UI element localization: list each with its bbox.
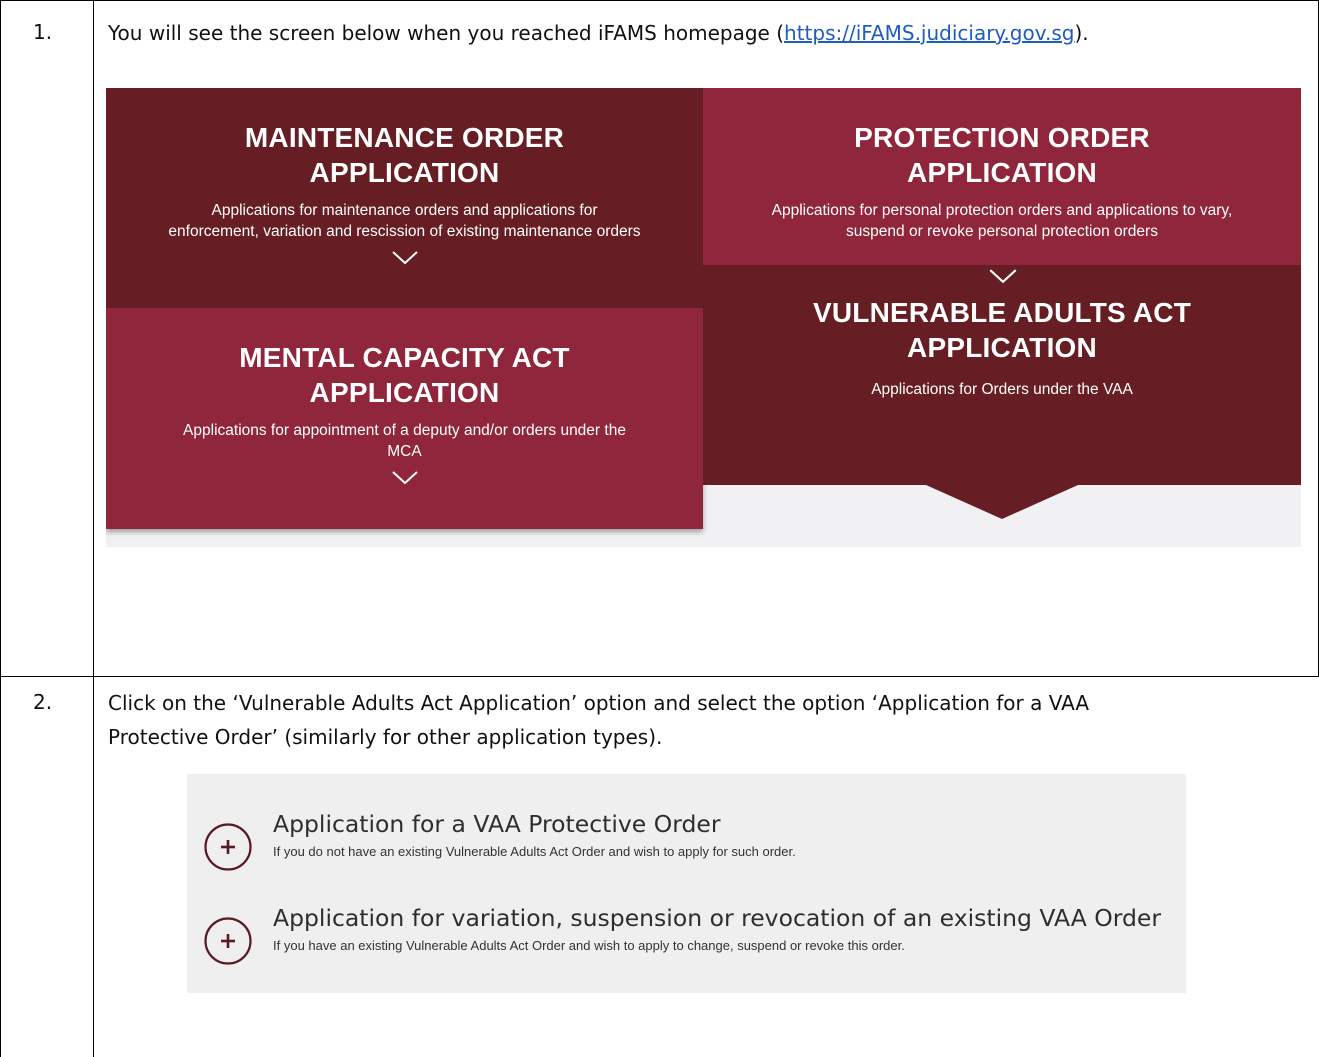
card-description: Applications for appointment of a deputy… xyxy=(106,420,703,462)
step-instruction: You will see the screen below when you r… xyxy=(108,16,1308,50)
option-description: If you do not have an existing Vulnerabl… xyxy=(273,844,796,859)
step-text-line: Click on the ‘Vulnerable Adults Act Appl… xyxy=(108,691,1090,715)
card-description-line: MCA xyxy=(387,443,422,460)
homepage-link[interactable]: https://iFAMS.judiciary.gov.sg xyxy=(784,21,1074,45)
selected-card-pointer xyxy=(703,483,1301,519)
card-title: APPLICATION xyxy=(309,377,500,408)
table-border-left xyxy=(0,0,1,1057)
card-description-line: Applications for appointment of a deputy… xyxy=(183,422,626,439)
card-description-line: suspend or revoke personal protection or… xyxy=(846,223,1158,240)
vaa-options-screenshot: Application for a VAA Protective Order I… xyxy=(187,774,1186,993)
card-description: Applications for Orders under the VAA xyxy=(871,381,1133,398)
card-title: VULNERABLE ADULTS ACT xyxy=(812,297,1192,328)
step-text-part: ). xyxy=(1074,21,1089,45)
card-title: PROTECTION ORDER xyxy=(854,122,1150,153)
option-title[interactable]: Application for a VAA Protective Order xyxy=(273,810,721,838)
card-description-line: Applications for personal protection ord… xyxy=(771,202,1233,219)
card-title: MAINTENANCE ORDER xyxy=(244,122,565,153)
option-title[interactable]: Application for variation, suspension or… xyxy=(273,904,1161,932)
card-description: Applications for maintenance orders and … xyxy=(106,200,703,242)
mental-capacity-card[interactable]: MENTAL CAPACITY ACT APPLICATION Applicat… xyxy=(106,308,703,529)
plus-circle-icon[interactable] xyxy=(203,916,253,966)
table-border-top xyxy=(0,0,1319,1)
card-description-line: Applications for maintenance orders and … xyxy=(211,202,598,219)
step-text-part: You will see the screen below when you r… xyxy=(108,21,785,45)
step-number: 2. xyxy=(33,690,53,714)
homepage-screenshot: MAINTENANCE ORDER APPLICATION Applicatio… xyxy=(106,88,1301,547)
card-title: APPLICATION xyxy=(907,157,1097,188)
card-description: Applications for personal protection ord… xyxy=(703,200,1301,242)
chevron-down-icon[interactable] xyxy=(988,268,1018,285)
plus-circle-icon[interactable] xyxy=(203,822,253,872)
vulnerable-adults-card[interactable]: VULNERABLE ADULTS ACT APPLICATION Applic… xyxy=(703,265,1301,484)
step-text-line: Protective Order’ (similarly for other a… xyxy=(108,725,663,749)
maintenance-order-card[interactable]: MAINTENANCE ORDER APPLICATION Applicatio… xyxy=(106,88,703,308)
step-number: 1. xyxy=(33,20,53,44)
card-title: APPLICATION xyxy=(309,157,500,188)
table-row-divider xyxy=(0,676,1319,677)
table-column-divider xyxy=(93,0,94,1057)
card-description-line: enforcement, variation and rescission of… xyxy=(168,223,641,240)
protection-order-card[interactable]: PROTECTION ORDER APPLICATION Application… xyxy=(703,88,1301,265)
chevron-down-icon[interactable] xyxy=(391,250,419,266)
option-description: If you have an existing Vulnerable Adult… xyxy=(273,938,905,953)
card-title: MENTAL CAPACITY ACT xyxy=(239,342,570,373)
chevron-down-icon[interactable] xyxy=(391,470,419,486)
card-title: APPLICATION xyxy=(907,332,1097,363)
step-instruction: Click on the ‘Vulnerable Adults Act Appl… xyxy=(108,686,1308,754)
